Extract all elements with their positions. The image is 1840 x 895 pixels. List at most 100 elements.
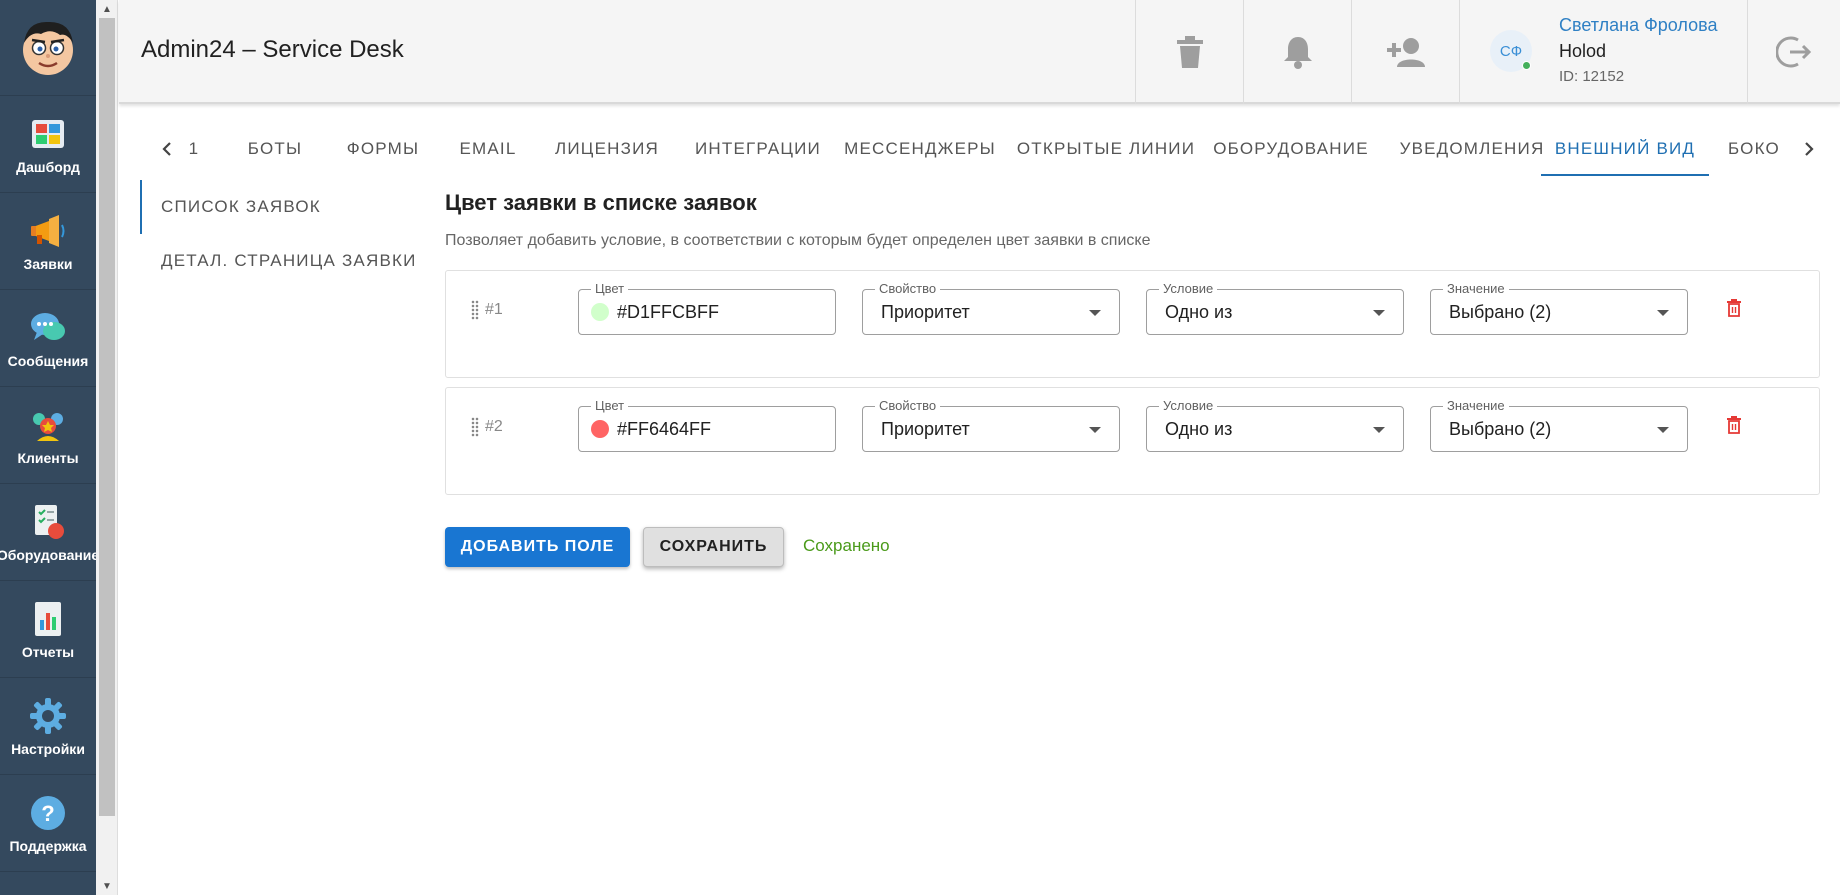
- scroll-down-arrow-icon[interactable]: ▼: [96, 877, 118, 895]
- user-company: Holod: [1559, 41, 1607, 61]
- svg-text:?: ?: [41, 801, 54, 826]
- nav-item-label: Клиенты: [17, 449, 79, 466]
- field-legend: Значение: [1443, 281, 1509, 297]
- trash-button[interactable]: [1135, 0, 1243, 104]
- nav-item-reports[interactable]: Отчеты: [0, 582, 96, 678]
- tabs-scroll-left-button[interactable]: [152, 134, 182, 164]
- tab-sidebar[interactable]: БОКО: [1728, 122, 1796, 176]
- tab-equipment[interactable]: ОБОРУДОВАНИЕ: [1198, 122, 1384, 176]
- logout-button[interactable]: [1747, 0, 1840, 104]
- caret-down-icon: [1373, 310, 1385, 316]
- caret-down-icon: [1089, 310, 1101, 316]
- field-legend: Значение: [1443, 398, 1509, 414]
- cartoon-face-icon: [23, 21, 73, 75]
- megaphone-icon: [29, 212, 67, 250]
- select-value: Приоритет: [881, 302, 970, 322]
- chevron-left-icon: [162, 142, 171, 156]
- nav-item-messages[interactable]: Сообщения: [0, 291, 96, 387]
- scroll-up-arrow-icon[interactable]: ▲: [96, 0, 118, 18]
- nav-item-label: Сообщения: [7, 352, 89, 369]
- select-value: Выбрано (2): [1449, 419, 1552, 439]
- tab-1[interactable]: 1: [184, 122, 204, 176]
- nav-item-dashboard[interactable]: Дашборд: [0, 97, 96, 193]
- field-legend: Свойство: [875, 398, 941, 414]
- condition-select[interactable]: Условие Одно из: [1146, 281, 1404, 335]
- saved-status: Сохранено: [803, 536, 890, 555]
- color-swatch[interactable]: [591, 303, 609, 321]
- subnav-item-ticket-detail[interactable]: ДЕТАЛ. СТРАНИЦА ЗАЯВКИ: [140, 234, 415, 288]
- nav-item-clients[interactable]: Клиенты: [0, 388, 96, 484]
- tab-appearance[interactable]: ВНЕШНИЙ ВИД: [1541, 122, 1709, 176]
- equipment-icon: [29, 503, 67, 541]
- nav-item-label: Дашборд: [16, 158, 80, 175]
- color-swatch[interactable]: [591, 420, 609, 438]
- chat-bubbles-icon: [29, 309, 67, 347]
- tab-integrations[interactable]: ИНТЕГРАЦИИ: [670, 122, 846, 176]
- drag-grip-icon: [471, 300, 479, 320]
- color-value: #FF6464FF: [617, 419, 712, 439]
- settings-tabs: 1 БОТЫ ФОРМЫ EMAIL ЛИЦЕНЗИЯ ИНТЕГРАЦИИ М…: [140, 122, 1840, 176]
- select-value: Приоритет: [881, 419, 970, 439]
- nav-item-settings[interactable]: Настройки: [0, 679, 96, 775]
- reports-icon: [29, 600, 67, 638]
- logo-avatar[interactable]: [0, 0, 96, 96]
- caret-down-icon: [1657, 310, 1669, 316]
- nav-item-label: Поддержка: [9, 837, 87, 854]
- trash-icon: [1727, 299, 1741, 317]
- tab-forms[interactable]: ФОРМЫ: [332, 122, 434, 176]
- rule-index: #2: [485, 418, 503, 435]
- page-description: Позволяет добавить условие, в соответств…: [445, 232, 1151, 249]
- value-select[interactable]: Значение Выбрано (2): [1430, 398, 1688, 452]
- tab-bots[interactable]: БОТЫ: [232, 122, 318, 176]
- color-field[interactable]: Цвет #D1FFCBFF: [578, 281, 836, 335]
- help-icon: ?: [29, 794, 67, 832]
- property-select[interactable]: Свойство Приоритет: [862, 281, 1120, 335]
- user-profile[interactable]: СФ Светлана Фролова Holod ID: 12152: [1459, 0, 1747, 104]
- field-legend: Свойство: [875, 281, 941, 297]
- clients-icon: [29, 406, 67, 444]
- color-value: #D1FFCBFF: [617, 302, 720, 322]
- subnav-item-ticket-list[interactable]: СПИСОК ЗАЯВОК: [140, 180, 410, 234]
- nav-item-support[interactable]: ? Поддержка: [0, 776, 96, 872]
- nav-item-equipment[interactable]: Оборудование: [0, 485, 100, 581]
- color-rule-row: #2 Цвет #FF6464FF Свойство Приоритет Усл…: [445, 387, 1820, 495]
- field-legend: Условие: [1159, 281, 1218, 297]
- user-name-link[interactable]: Светлана Фролова: [1559, 15, 1717, 36]
- chevron-right-icon: [1805, 142, 1814, 156]
- delete-rule-button[interactable]: [1723, 413, 1745, 437]
- drag-handle[interactable]: #1: [471, 300, 503, 320]
- rule-index: #1: [485, 301, 503, 318]
- trash-icon: [1727, 416, 1741, 434]
- add-user-button[interactable]: [1351, 0, 1459, 104]
- property-select[interactable]: Свойство Приоритет: [862, 398, 1120, 452]
- condition-select[interactable]: Условие Одно из: [1146, 398, 1404, 452]
- drag-grip-icon: [471, 417, 479, 437]
- scrollbar-thumb[interactable]: [99, 18, 115, 816]
- nav-item-label: Настройки: [11, 740, 85, 757]
- add-field-button[interactable]: ДОБАВИТЬ ПОЛЕ: [445, 527, 630, 567]
- nav-item-tickets[interactable]: Заявки: [0, 194, 96, 290]
- delete-rule-button[interactable]: [1723, 296, 1745, 320]
- nav-item-label: Оборудование: [0, 546, 100, 563]
- tab-notifications[interactable]: УВЕДОМЛЕНИЯ: [1384, 122, 1560, 176]
- nav-item-label: Отчеты: [21, 643, 75, 660]
- save-button[interactable]: СОХРАНИТЬ: [643, 527, 784, 567]
- field-legend: Цвет: [591, 398, 629, 414]
- add-user-icon: [1386, 38, 1425, 67]
- sidebar-scrollbar[interactable]: ▲ ▼: [96, 0, 118, 895]
- tab-messengers[interactable]: МЕССЕНДЖЕРЫ: [832, 122, 1008, 176]
- tab-email[interactable]: EMAIL: [442, 122, 534, 176]
- bell-icon: [1283, 37, 1312, 69]
- notifications-button[interactable]: [1243, 0, 1351, 104]
- field-legend: Условие: [1159, 398, 1218, 414]
- color-field[interactable]: Цвет #FF6464FF: [578, 398, 836, 452]
- nav-item-label: Заявки: [23, 255, 73, 272]
- tab-license[interactable]: ЛИЦЕНЗИЯ: [542, 122, 672, 176]
- drag-handle[interactable]: #2: [471, 417, 503, 437]
- tabs-scroll-right-button[interactable]: [1794, 134, 1824, 164]
- app-title: Admin24 – Service Desk: [141, 36, 404, 63]
- caret-down-icon: [1657, 427, 1669, 433]
- value-select[interactable]: Значение Выбрано (2): [1430, 281, 1688, 335]
- tab-open-lines[interactable]: ОТКРЫТЫЕ ЛИНИИ: [1000, 122, 1212, 176]
- logout-icon: [1776, 36, 1812, 68]
